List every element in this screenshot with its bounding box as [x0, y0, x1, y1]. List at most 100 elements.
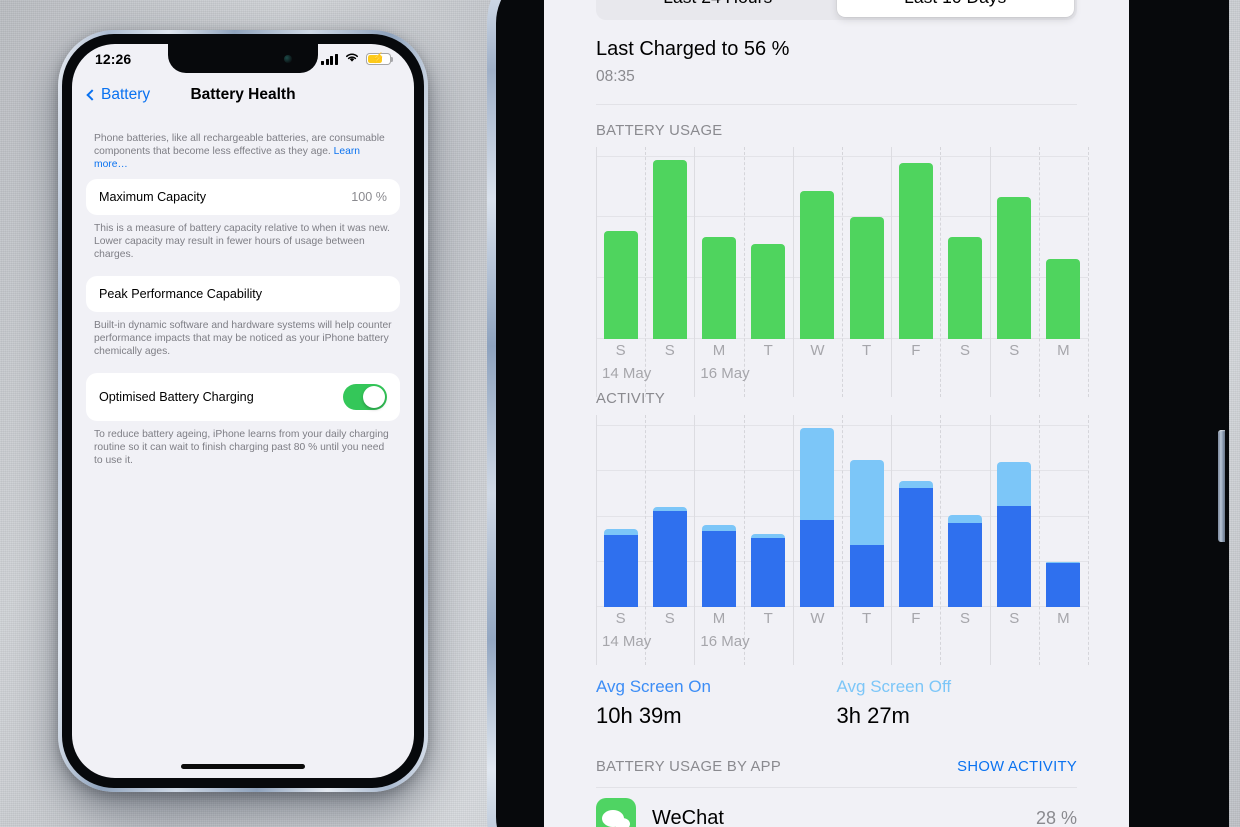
battery-usage-chart — [596, 147, 1089, 397]
bars-group — [596, 147, 1088, 339]
cellular-bars-icon — [321, 53, 338, 65]
x-axis-label: F — [911, 610, 921, 627]
bar-slot — [596, 147, 645, 339]
last-charged-time: 08:35 — [596, 68, 635, 85]
segment-last-10-days[interactable]: Last 10 Days — [836, 0, 1074, 17]
bar — [603, 230, 638, 339]
x-axis-label: F — [911, 342, 921, 359]
peak-performance-caption: Built-in dynamic software and hardware s… — [94, 320, 392, 357]
bar-segment-screen-on — [898, 488, 933, 607]
bar-segment-screen-on — [751, 537, 786, 607]
settings-content: Phone batteries, like all rechargeable b… — [72, 116, 414, 482]
bar-slot — [1039, 147, 1088, 339]
avg-screen-on-label: Avg Screen On — [596, 677, 711, 696]
show-activity-button[interactable]: SHOW ACTIVITY — [957, 759, 1077, 775]
power-button[interactable] — [1218, 430, 1225, 542]
maximum-capacity-caption: This is a measure of battery capacity re… — [94, 223, 390, 260]
row-peak-performance[interactable]: Peak Performance Capability — [86, 276, 400, 312]
bar — [702, 524, 736, 607]
bar-slot — [744, 415, 793, 607]
bar — [948, 236, 983, 339]
bar-slot — [645, 147, 694, 339]
bar-slot — [842, 147, 891, 339]
bar-slot — [694, 415, 743, 607]
row-maximum-capacity[interactable]: Maximum Capacity 100 % — [86, 179, 400, 215]
bar-segment-screen-off — [948, 515, 983, 523]
toggle-knob — [363, 386, 385, 408]
status-bar: 12:26 ⚡ — [72, 44, 414, 74]
bar-slot — [694, 147, 743, 339]
date-label: 14 May — [602, 633, 652, 650]
grid-border — [1088, 415, 1089, 665]
avg-screen-off-value: 3h 27m — [836, 703, 910, 728]
x-axis-label: M — [712, 342, 726, 359]
back-button[interactable]: Battery — [86, 86, 150, 104]
x-axis-label: T — [763, 610, 773, 627]
x-axis-label: W — [810, 610, 825, 627]
x-axis-label: T — [862, 342, 872, 359]
wechat-icon — [596, 798, 636, 827]
bar — [948, 515, 983, 607]
optimised-charging-toggle[interactable] — [343, 384, 387, 410]
left-phone-device: 12:26 ⚡ Battery Battery Health Phone bat… — [58, 30, 428, 792]
bar-slot — [645, 415, 694, 607]
bar — [898, 480, 933, 607]
bar — [997, 196, 1032, 339]
status-indicators: ⚡ — [321, 50, 394, 68]
bar-slot — [842, 415, 891, 607]
x-axis-label: M — [1057, 342, 1070, 359]
bar — [652, 160, 687, 339]
bar-segment-screen-on — [948, 522, 983, 607]
apps-header: BATTERY USAGE BY APP SHOW ACTIVITY — [544, 729, 1129, 775]
activity-header: ACTIVITY — [544, 387, 1129, 407]
x-axis-label: T — [862, 610, 872, 627]
bar — [849, 460, 884, 607]
chevron-left-icon — [86, 89, 98, 101]
bar-segment-screen-off — [898, 480, 933, 489]
bar-segment-screen-on — [800, 519, 835, 607]
bar-slot — [990, 147, 1039, 339]
activity-date-labels: 14 May 16 May — [596, 633, 1088, 655]
time-range-segmented-control[interactable]: Last 24 Hours Last 10 Days — [596, 0, 1077, 20]
averages-row: Avg Screen On 10h 39m Avg Screen Off 3h … — [544, 655, 1129, 729]
last-charged-title: Last Charged to 56 % — [596, 38, 790, 60]
navigation-bar: Battery Battery Health — [72, 74, 414, 116]
bar — [800, 190, 835, 339]
wifi-icon — [344, 50, 360, 68]
bar-segment-screen-on — [849, 544, 884, 607]
last-charged-block: Last Charged to 56 % 08:35 — [544, 20, 1129, 86]
bar — [751, 533, 786, 607]
segment-last-24-hours[interactable]: Last 24 Hours — [599, 0, 837, 17]
optimised-charging-label: Optimised Battery Charging — [99, 390, 254, 404]
status-time: 12:26 — [95, 51, 132, 67]
x-axis-label: S — [615, 342, 626, 359]
x-axis-label: S — [960, 342, 971, 359]
row-optimised-charging[interactable]: Optimised Battery Charging — [86, 373, 400, 421]
x-axis-label: W — [810, 342, 825, 359]
grid-border — [1088, 147, 1089, 397]
intro-text: Phone batteries, like all rechargeable b… — [86, 116, 400, 179]
bar-slot — [793, 415, 842, 607]
bar-slot — [940, 415, 989, 607]
maximum-capacity-label: Maximum Capacity — [99, 190, 207, 204]
left-phone-bezel: 12:26 ⚡ Battery Battery Health Phone bat… — [62, 34, 424, 788]
app-list-item-wechat[interactable]: WeChat 28 % — [544, 788, 1129, 827]
bar-slot — [596, 415, 645, 607]
x-axis-label: S — [1009, 610, 1020, 627]
x-axis-label: S — [664, 342, 675, 359]
maximum-capacity-value: 100 % — [351, 190, 387, 204]
app-percent: 28 % — [1035, 807, 1077, 827]
avg-screen-off-label: Avg Screen Off — [836, 677, 952, 696]
bar-segment-screen-on — [997, 506, 1032, 607]
date-label: 14 May — [602, 365, 652, 382]
bar — [702, 236, 736, 339]
battery-usage-by-app-title: BATTERY USAGE BY APP — [596, 759, 782, 775]
home-indicator[interactable] — [181, 764, 305, 769]
bar — [751, 244, 786, 339]
bar-segment-screen-on — [603, 535, 638, 607]
bar-segment-screen-off — [849, 460, 884, 545]
battery-usage-header: BATTERY USAGE — [544, 105, 1129, 139]
bar-slot — [744, 147, 793, 339]
bar — [1046, 258, 1081, 339]
x-axis-label: M — [712, 610, 726, 627]
